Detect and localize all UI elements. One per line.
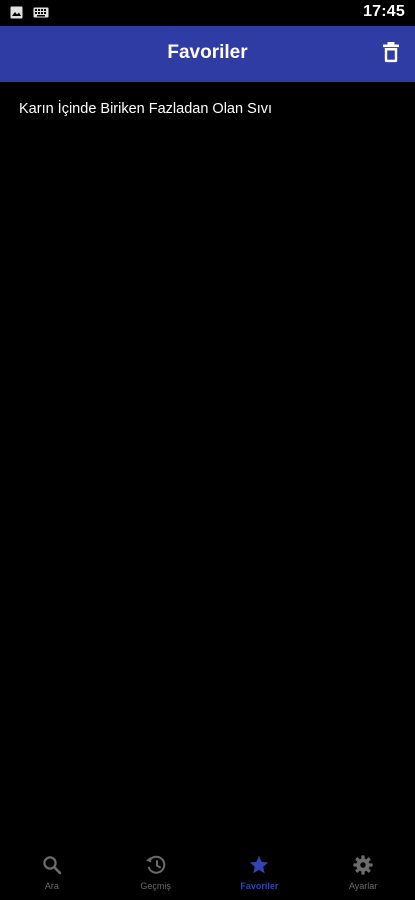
star-icon	[248, 854, 270, 876]
nav-label-settings: Ayarlar	[348, 881, 378, 891]
nav-label-search: Ara	[44, 881, 59, 891]
app-bar: Favoriler	[0, 26, 415, 82]
nav-label-favorites: Favoriler	[240, 881, 279, 891]
trash-icon	[382, 41, 400, 68]
nav-item-search[interactable]: Ara	[0, 848, 104, 900]
nav-item-history[interactable]: Geçmiş	[104, 848, 208, 900]
settings-icon	[352, 854, 374, 876]
nav-item-favorites[interactable]: Favoriler	[208, 848, 312, 900]
status-icons	[10, 6, 49, 19]
bottom-nav: Ara Geçmiş Favoriler Ayarlar	[0, 848, 415, 900]
nav-label-history: Geçmiş	[140, 881, 171, 891]
nav-item-settings[interactable]: Ayarlar	[311, 848, 415, 900]
history-icon	[145, 854, 167, 876]
delete-all-button[interactable]	[377, 40, 405, 68]
page-title: Favoriler	[167, 42, 248, 63]
status-time: 17:45	[363, 3, 405, 20]
search-icon	[41, 854, 63, 876]
status-bar: 17:45	[0, 0, 415, 26]
list-item[interactable]: Karın İçinde Biriken Fazladan Olan Sıvı	[0, 92, 415, 128]
keyboard-icon	[33, 7, 49, 18]
favorite-label: Karın İçinde Biriken Fazladan Olan Sıvı	[19, 101, 273, 117]
image-notification-icon	[10, 6, 23, 19]
favorites-list: Karın İçinde Biriken Fazladan Olan Sıvı	[0, 82, 415, 848]
